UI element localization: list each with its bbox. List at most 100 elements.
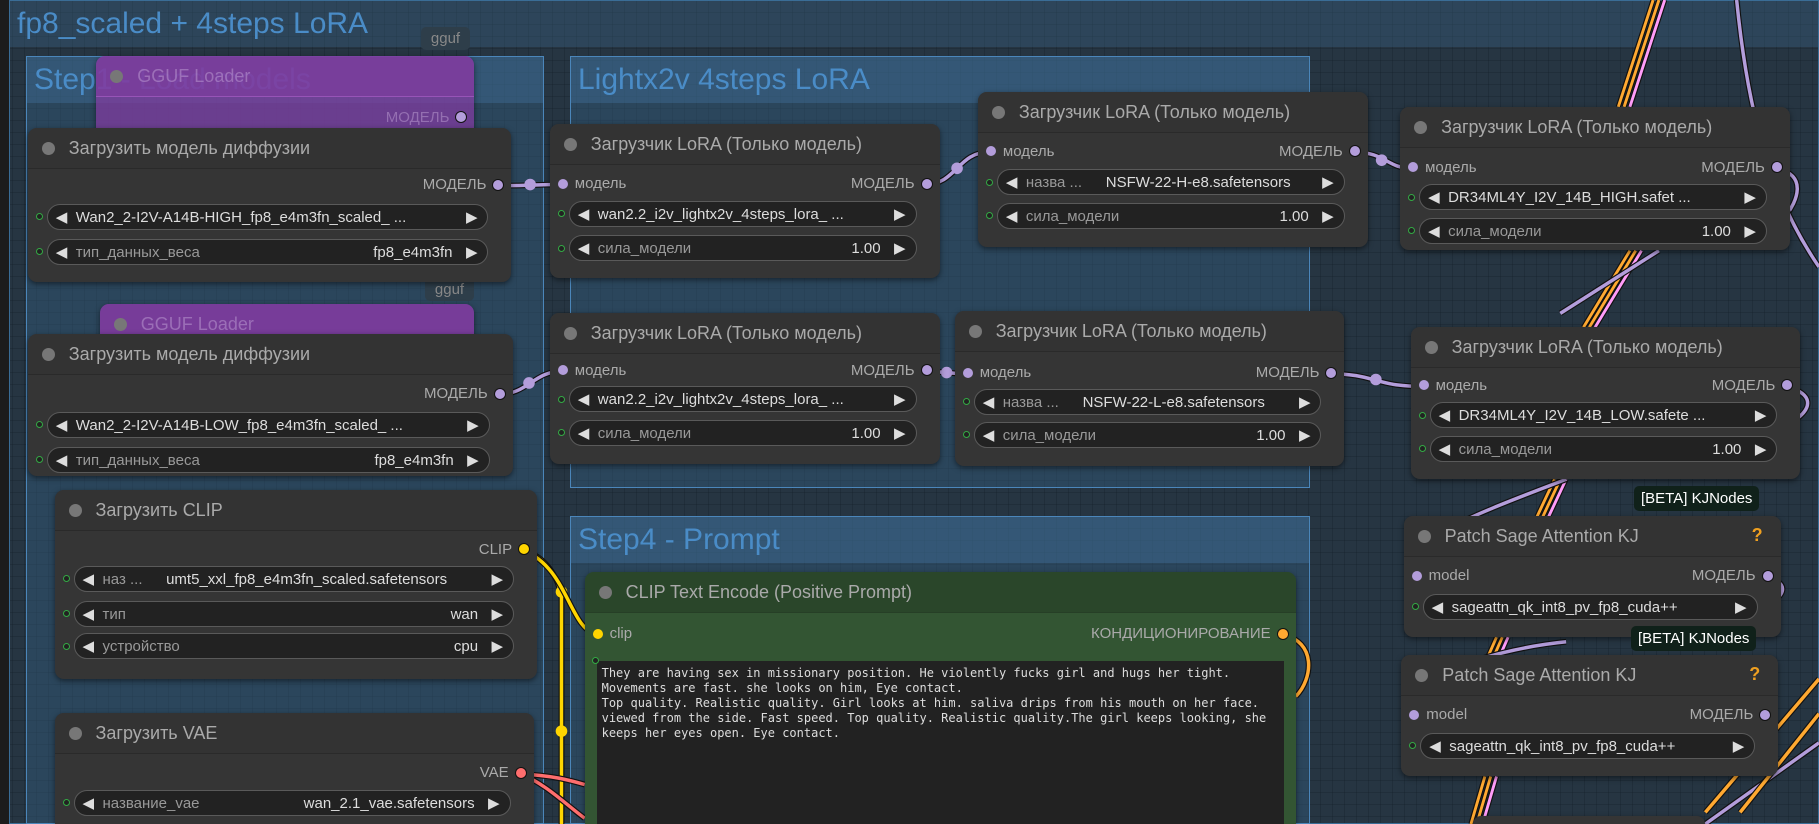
arrow-right-icon[interactable]: ▶ [894,205,906,223]
arrow-left-icon[interactable]: ◀ [578,390,590,408]
widget-input-dot[interactable] [1418,411,1426,419]
arrow-left-icon[interactable]: ◀ [83,637,95,655]
node-collapse-dot[interactable] [1414,120,1428,134]
arrow-left-icon[interactable]: ◀ [1428,188,1440,206]
widget-input-dot[interactable] [1409,742,1417,750]
widget-combo[interactable]: ◀ ▶ sageattn_qk_int8_pv_fp8_cuda++ [1422,593,1758,620]
output-slot-dot[interactable] [921,365,932,376]
widget-input-dot[interactable] [557,429,565,437]
arrow-left-icon[interactable]: ◀ [56,451,68,469]
output-slot-dot[interactable] [456,112,467,123]
widget-input-dot[interactable] [962,431,970,439]
arrow-right-icon[interactable]: ▶ [894,424,906,442]
output-slot-dot[interactable] [921,178,932,189]
help-icon[interactable]: ? [1749,664,1760,685]
widget-input-dot[interactable] [1411,603,1419,611]
node-clip[interactable]: Загрузить CLIP CLIP ◀ ▶ наз ... umt5_xxl_fp8_… [54,489,538,679]
prompt-textarea[interactable]: They are having sex in missionary positi… [596,660,1284,824]
arrow-right-icon[interactable]: ▶ [1755,440,1767,458]
node-vae[interactable]: Загрузить VAE VAE ◀ ▶ название_vae wan_2.1_va… [54,713,534,824]
widget-input-dot[interactable] [62,610,70,618]
arrow-right-icon[interactable]: ▶ [1755,406,1767,424]
output-slot-dot[interactable] [515,767,526,778]
widget-input-dot[interactable] [35,455,43,463]
widget-input-dot[interactable] [1408,227,1416,235]
node-lora-nsfw-high[interactable]: Загрузчик LoRA (Только модель) модель МОДЕ… [977,91,1368,247]
widget-input-dot[interactable] [62,575,70,583]
arrow-right-icon[interactable]: ▶ [466,243,478,261]
output-slot-dot[interactable] [493,179,504,190]
widget-combo[interactable]: ◀ ▶ wan2.2_i2v_lightx2v_4steps_lora_ ... [568,200,917,227]
arrow-left-icon[interactable]: ◀ [1006,173,1018,191]
arrow-left-icon[interactable]: ◀ [1006,207,1018,225]
input-slot-dot[interactable] [1408,162,1419,173]
widget-input-dot[interactable] [1408,193,1416,201]
node-collapse-dot[interactable] [1417,530,1431,544]
widget-field[interactable]: ◀ ▶ тип_данных_веса fp8_e4m3fn [46,238,489,265]
output-slot-dot[interactable] [1782,380,1793,391]
node-graph-canvas[interactable]: fp8_scaled + 4steps LoRA Step1 - Load mo… [0,0,1819,824]
arrow-right-icon[interactable]: ▶ [492,570,504,588]
node-partial[interactable] [1473,816,1705,824]
arrow-right-icon[interactable]: ▶ [1322,207,1334,225]
node-collapse-dot[interactable] [991,105,1005,119]
widget-field[interactable]: ◀ ▶ сила_модели 1.00 [568,235,917,262]
widget-input-dot[interactable] [557,209,565,217]
widget-input-dot[interactable] [962,397,970,405]
output-slot-dot[interactable] [1277,628,1288,639]
arrow-left-icon[interactable]: ◀ [56,208,68,226]
input-slot-dot[interactable] [557,178,568,189]
arrow-right-icon[interactable]: ▶ [1299,393,1311,411]
node-collapse-dot[interactable] [110,69,124,83]
arrow-right-icon[interactable]: ▶ [467,416,479,434]
widget-input-dot[interactable] [62,642,70,650]
arrow-right-icon[interactable]: ▶ [492,637,504,655]
arrow-left-icon[interactable]: ◀ [1432,598,1444,616]
arrow-left-icon[interactable]: ◀ [1428,222,1440,240]
widget-input-dot[interactable] [591,656,599,664]
input-slot-dot[interactable] [592,628,603,639]
arrow-left-icon[interactable]: ◀ [983,393,995,411]
widget-field[interactable]: ◀ ▶ назва ... NSFW-22-L-e8.safetensors [973,388,1322,415]
widget-field[interactable]: ◀ ▶ устройство cpu [73,633,515,660]
output-slot-dot[interactable] [1760,709,1771,720]
node-collapse-dot[interactable] [113,317,127,331]
widget-combo[interactable]: ◀ ▶ DR34ML4Y_I2V_14B_HIGH.safet ... [1419,184,1767,211]
arrow-right-icon[interactable]: ▶ [488,794,500,812]
widget-input-dot[interactable] [557,244,565,252]
arrow-left-icon[interactable]: ◀ [1439,406,1451,424]
input-slot-dot[interactable] [1418,380,1429,391]
output-slot-dot[interactable] [519,544,530,554]
arrow-right-icon[interactable]: ▶ [1322,173,1334,191]
arrow-left-icon[interactable]: ◀ [56,416,68,434]
node-collapse-dot[interactable] [41,348,55,362]
arrow-left-icon[interactable]: ◀ [983,426,995,444]
widget-input-dot[interactable] [62,799,70,807]
output-slot-dot[interactable] [1762,570,1773,581]
node-lora-nsfw-low[interactable]: Загрузчик LoRA (Только модель) модель МОДЕ… [954,310,1345,467]
widget-combo[interactable]: ◀ ▶ Wan2_2-I2V-A14B-LOW_fp8_e4m3fn_scaled_… [46,411,490,438]
output-slot-dot[interactable] [1771,162,1782,173]
node-collapse-dot[interactable] [563,327,577,341]
arrow-left-icon[interactable]: ◀ [56,243,68,261]
widget-input-dot[interactable] [35,213,43,221]
node-collapse-dot[interactable] [68,503,82,517]
widget-input-dot[interactable] [557,395,565,403]
widget-field[interactable]: ◀ ▶ сила_модели 1.00 [1429,436,1778,463]
arrow-right-icon[interactable]: ▶ [1735,598,1747,616]
widget-combo[interactable]: ◀ ▶ Wan2_2-I2V-A14B-HIGH_fp8_e4m3fn_scaled… [46,204,489,231]
node-gguf1[interactable]: GGUF Loader МОДЕЛЬ [96,55,475,137]
arrow-left-icon[interactable]: ◀ [1429,737,1441,755]
node-lora-dr-low[interactable]: Загрузчик LoRA (Только модель) модель МОДЕ… [1410,327,1801,480]
node-unet-high[interactable]: Загрузить модель диффузии МОДЕЛЬ ◀ ▶ Wan2_2-… [27,127,512,282]
widget-combo[interactable]: ◀ ▶ wan2.2_i2v_lightx2v_4steps_lora_ ... [568,386,917,413]
node-clip-text[interactable]: CLIP Text Encode (Positive Prompt) clip КО… [584,571,1296,824]
arrow-left-icon[interactable]: ◀ [578,205,590,223]
arrow-right-icon[interactable]: ▶ [1299,426,1311,444]
widget-field[interactable]: ◀ ▶ сила_модели 1.00 [1419,218,1767,245]
output-slot-dot[interactable] [1326,367,1337,378]
input-slot-dot[interactable] [962,367,973,378]
node-collapse-dot[interactable] [598,585,612,599]
arrow-left-icon[interactable]: ◀ [83,794,95,812]
arrow-right-icon[interactable]: ▶ [467,451,479,469]
